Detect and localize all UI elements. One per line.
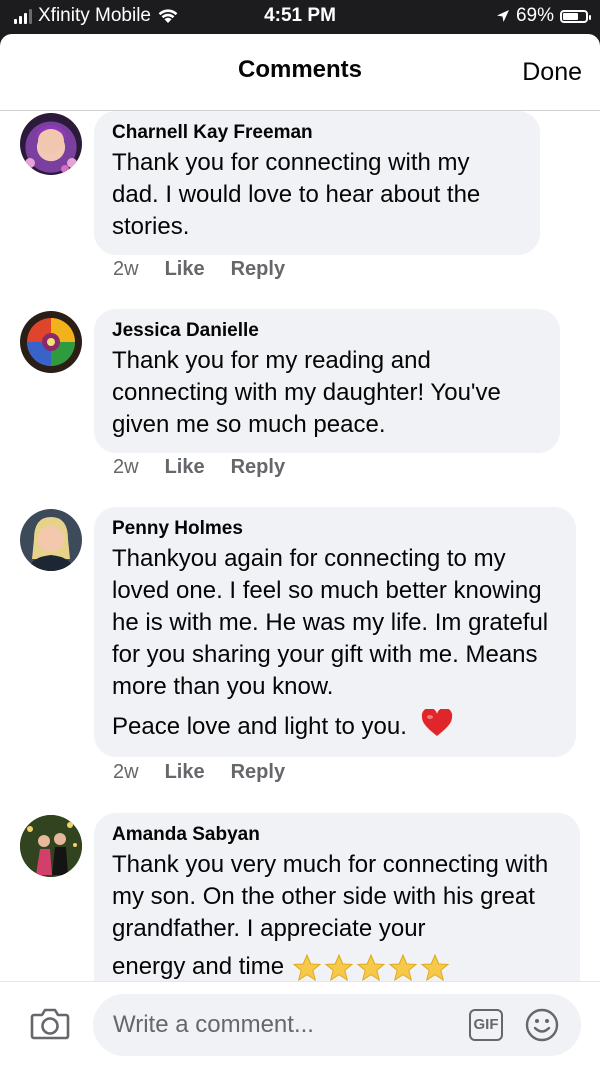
comment-text: Thank you very much for connecting with … <box>112 851 549 942</box>
comments-list[interactable]: Charnell Kay Freeman Thank you for conne… <box>0 111 600 981</box>
comment-text-last-line: energy and time <box>112 951 562 981</box>
comment-author[interactable]: Jessica Danielle <box>112 319 542 343</box>
camera-icon[interactable] <box>30 1006 70 1040</box>
star-emoji <box>324 953 354 981</box>
comment-text-last-line: Peace love and light to you. <box>112 707 558 746</box>
comment-actions: 2w Like Reply <box>113 258 285 281</box>
comment-bubble: Amanda Sabyan Thank you very much for co… <box>94 813 580 981</box>
page-title: Comments <box>237 56 363 83</box>
avatar[interactable] <box>20 509 82 571</box>
comment-input[interactable]: Write a comment... GIF <box>93 994 581 1056</box>
battery-fill <box>563 12 578 20</box>
comment-actions: 2w Like Reply <box>113 456 285 479</box>
comment-input-placeholder: Write a comment... <box>113 1011 314 1038</box>
star-emoji <box>356 953 386 981</box>
avatar[interactable] <box>20 113 82 175</box>
comment-text-end: Peace love and light to you. <box>112 712 407 740</box>
like-button[interactable]: Like <box>165 258 205 281</box>
battery-percent: 69% <box>515 5 554 26</box>
comments-header: Comments Done <box>0 34 600 111</box>
star-emoji <box>292 953 322 981</box>
comments-sheet: Comments Done Charnell Kay Freeman Thank… <box>0 34 600 1067</box>
comment-time: 2w <box>113 761 139 783</box>
comment-bubble: Penny Holmes Thankyou again for connecti… <box>94 507 576 757</box>
comment-text: Thank you for my reading and connecting … <box>112 347 501 438</box>
done-button[interactable]: Done <box>522 58 582 87</box>
comment-author[interactable]: Amanda Sabyan <box>112 823 562 847</box>
star-emoji <box>420 953 450 981</box>
comment-author[interactable]: Charnell Kay Freeman <box>112 121 522 145</box>
comment-actions: 2w Like Reply <box>113 761 285 784</box>
reply-button[interactable]: Reply <box>231 456 285 479</box>
status-bar: Xfinity Mobile 4:51 PM 69% <box>0 0 600 34</box>
heart-emoji <box>421 707 453 746</box>
emoji-icon[interactable] <box>525 1008 559 1042</box>
avatar[interactable] <box>20 311 82 373</box>
reply-button[interactable]: Reply <box>231 761 285 784</box>
comment-text: Thankyou again for connecting to my love… <box>112 545 549 700</box>
reply-button[interactable]: Reply <box>231 258 285 281</box>
avatar[interactable] <box>20 815 82 877</box>
comment-bubble: Charnell Kay Freeman Thank you for conne… <box>94 111 540 255</box>
gif-icon[interactable]: GIF <box>469 1009 503 1041</box>
comment-bubble: Jessica Danielle Thank you for my readin… <box>94 309 560 453</box>
like-button[interactable]: Like <box>165 761 205 784</box>
star-emoji <box>388 953 418 981</box>
comment-composer: Write a comment... GIF <box>0 981 600 1067</box>
comment-text-end: energy and time <box>112 953 285 980</box>
star-emoji-row <box>292 953 450 981</box>
battery-icon <box>560 9 591 23</box>
comment-author[interactable]: Penny Holmes <box>112 517 558 541</box>
like-button[interactable]: Like <box>165 456 205 479</box>
status-bar-right: 69% <box>496 5 591 27</box>
comment-text: Thank you for connecting with my dad. I … <box>112 149 481 240</box>
comment-time: 2w <box>113 258 139 280</box>
comment-time: 2w <box>113 456 139 478</box>
location-arrow-icon <box>496 10 509 22</box>
